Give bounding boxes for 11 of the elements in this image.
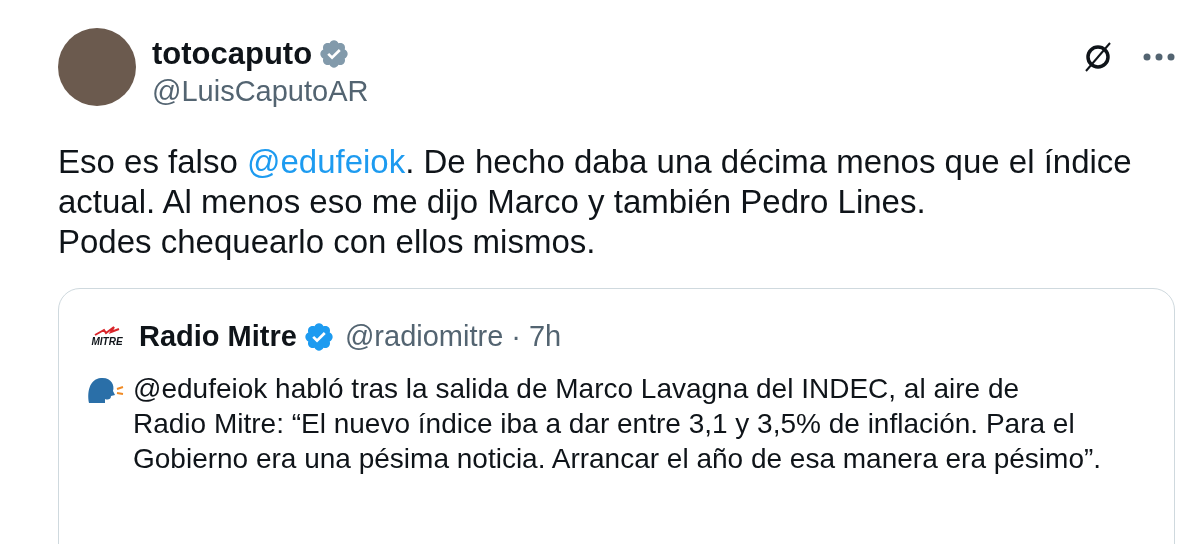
radio-logo: MITRE <box>85 326 129 348</box>
quoted-author-handle[interactable]: @radiomitre <box>344 315 504 359</box>
author-handle[interactable]: @LuisCaputoAR <box>152 72 369 110</box>
tweet-time[interactable]: 7h <box>528 315 562 359</box>
quoted-author-name[interactable]: Radio Mitre <box>139 315 297 359</box>
more-icon[interactable] <box>1143 53 1175 61</box>
separator-dot: · <box>511 319 521 354</box>
tweet-text: Eso es falso @edufeiok. De hecho daba una décima menos que el índice actual. Al menos eso me dijo Marco y también Pedro Lines. Podes chequearlo con ellos mismos. <box>58 142 1133 262</box>
author-name[interactable]: totocaputo <box>152 36 313 72</box>
quoted-tweet-card[interactable] <box>58 288 1175 544</box>
quoted-tweet-text: @edufeiok habló tras la salida de Marco Lavagna del INDEC, al aire de Radio Mitre: “El nuevo índice iba a dar entre 3,1 y 3,5% de inflación. Para el Gobierno era una pésima noticia. Arrancar el año de esa manera era pésimo”. <box>133 371 1102 476</box>
